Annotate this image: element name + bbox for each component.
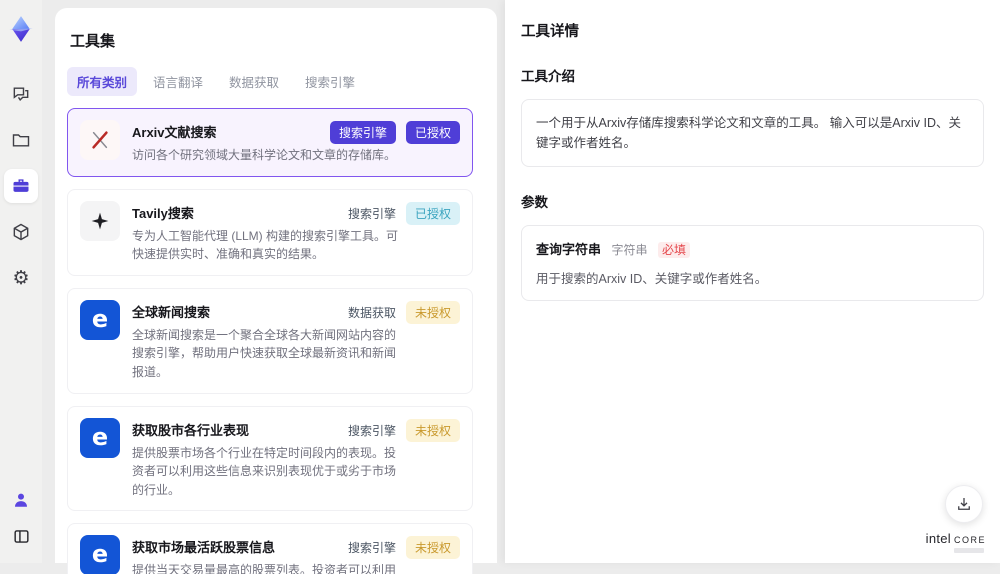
category-label: 搜索引擎 [347, 541, 396, 556]
param-type: 字符串 [611, 243, 648, 257]
category-badge: 搜索引擎 [329, 121, 396, 144]
tool-description: 全球新闻搜索是一个聚合全球各大新闻网站内容的搜索引擎，帮助用户快速获取全球最新资… [132, 327, 397, 379]
package-icon [13, 223, 29, 241]
intel-logo-subline [954, 548, 984, 553]
auth-badge: 未授权 [405, 536, 460, 560]
tab-language-translation[interactable]: 语言翻译 [143, 67, 213, 96]
folder-icon [12, 134, 30, 147]
tool-card-arxiv[interactable]: Arxiv文献搜索 访问各个研究领域大量科学论文和文章的存储库。 搜索引擎 已授… [67, 108, 473, 177]
tool-description: 提供当天交易量最高的股票列表。投资者可以利用这些信息来识别流动性强的股票和潜在的… [132, 563, 397, 574]
sidebar-item-collapse[interactable] [4, 523, 38, 549]
param-description: 用于搜索的Arxiv ID、关键字或作者姓名。 [536, 272, 768, 286]
arxiv-logo-icon [80, 120, 120, 160]
category-label: 搜索引擎 [347, 206, 396, 221]
tool-description: 专为人工智能代理 (LLM) 构建的搜索引擎工具。可快速提供实时、准确和真实的结… [132, 228, 399, 262]
tab-data-fetch[interactable]: 数据获取 [219, 67, 289, 96]
sidebar-item-chat[interactable] [4, 77, 38, 111]
toolset-panel: 工具集 所有类别 语言翻译 数据获取 搜索引擎 Arxiv文献搜索 访问各个研究… [55, 8, 497, 574]
auth-badge: 已授权 [405, 121, 460, 144]
core-text: core [953, 531, 986, 546]
tool-card-sector-performance[interactable]: e 获取股市各行业表现 提供股票市场各个行业在特定时间段内的表现。投资者可以利用… [67, 405, 473, 512]
news-logo-icon: e [80, 417, 120, 458]
user-icon [15, 493, 27, 507]
sparkle-star-icon [80, 200, 120, 241]
parameter-item: 查询字符串 字符串 必填 用于搜索的Arxiv ID、关键字或作者姓名。 [521, 225, 984, 301]
tool-details-panel: 工具详情 工具介绍 一个用于从Arxiv存储库搜索科学论文和文章的工具。 输入可… [505, 0, 1000, 563]
tab-search-engine[interactable]: 搜索引擎 [295, 67, 365, 96]
intro-heading: 工具介绍 [521, 69, 575, 84]
sidebar-nav: ⚙ [4, 77, 38, 295]
tool-intro-box: 一个用于从Arxiv存储库搜索科学论文和文章的工具。 输入可以是Arxiv ID… [521, 99, 984, 167]
sidebar-item-files[interactable] [4, 123, 38, 157]
settings-gear-icon: ⚙ [12, 267, 30, 289]
news-logo-icon: e [80, 299, 120, 340]
tool-card-active-stocks[interactable]: e 获取市场最活跃股票信息 提供当天交易量最高的股票列表。投资者可以利用这些信息… [67, 523, 473, 574]
category-label: 数据获取 [347, 305, 396, 320]
auth-badge: 未授权 [405, 418, 460, 442]
details-title: 工具详情 [521, 24, 579, 40]
sidebar-item-models[interactable] [4, 215, 38, 249]
auth-badge: 已授权 [405, 201, 460, 225]
category-label: 搜索引擎 [347, 423, 396, 438]
auth-badge: 未授权 [405, 300, 460, 324]
sidebar-bottom [4, 487, 38, 549]
page-title: 工具集 [70, 33, 116, 50]
tab-all-categories[interactable]: 所有类别 [67, 67, 138, 96]
briefcase-icon [13, 179, 29, 192]
app-logo-diamond-icon[interactable] [6, 14, 36, 44]
params-heading: 参数 [521, 195, 548, 210]
tool-description: 访问各个研究领域大量科学论文和文章的存储库。 [132, 148, 397, 162]
category-tabs: 所有类别 语言翻译 数据获取 搜索引擎 [67, 67, 485, 96]
param-name: 查询字符串 [536, 242, 602, 257]
app-sidebar: ⚙ [0, 0, 42, 563]
news-logo-icon: e [80, 535, 120, 574]
tool-card-global-news[interactable]: e 全球新闻搜索 全球新闻搜索是一个聚合全球各大新闻网站内容的搜索引擎，帮助用户… [67, 287, 473, 394]
intel-core-logo: intel core [926, 531, 986, 553]
download-icon [958, 498, 970, 510]
chat-icon [13, 87, 29, 101]
tool-card-tavily[interactable]: Tavily搜索 专为人工智能代理 (LLM) 构建的搜索引擎工具。可快速提供实… [67, 188, 473, 276]
tool-list: Arxiv文献搜索 访问各个研究领域大量科学论文和文章的存储库。 搜索引擎 已授… [67, 108, 485, 574]
intel-text: intel [925, 531, 951, 546]
sidebar-item-account[interactable] [4, 487, 38, 513]
sidebar-item-tools[interactable] [4, 169, 38, 203]
download-button[interactable] [945, 485, 983, 523]
panel-toggle-icon [13, 529, 29, 543]
param-required-badge: 必填 [657, 242, 690, 258]
sidebar-item-settings[interactable]: ⚙ [4, 261, 38, 295]
tool-description: 提供股票市场各个行业在特定时间段内的表现。投资者可以利用这些信息来识别表现优于或… [132, 445, 397, 497]
